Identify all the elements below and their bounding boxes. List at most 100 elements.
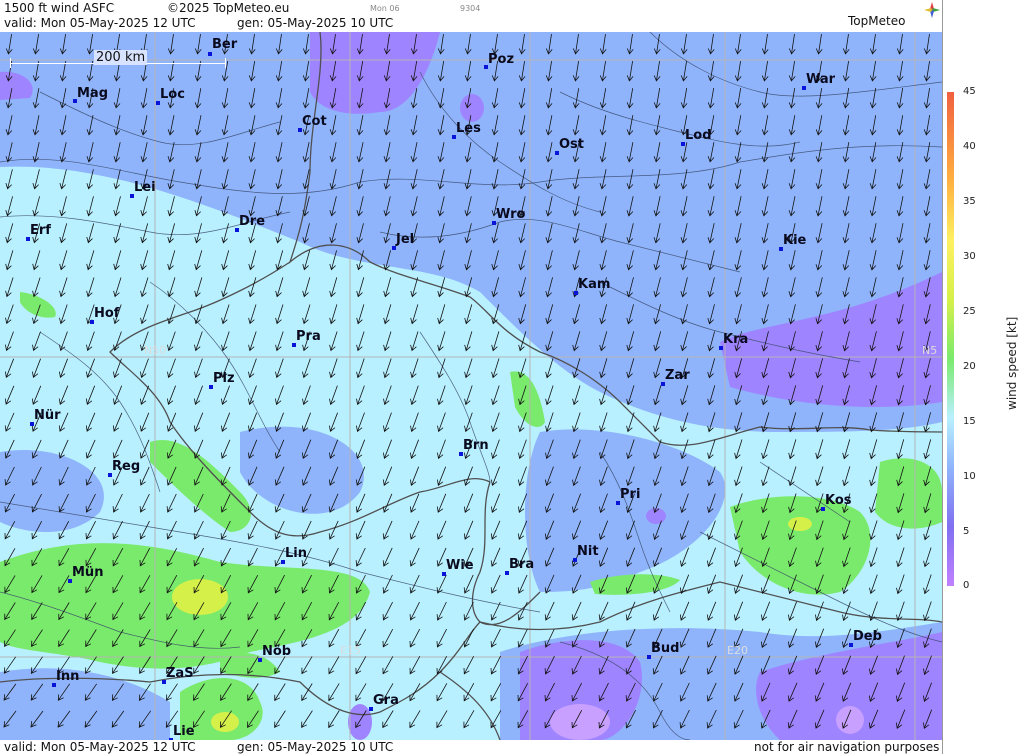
city-name: Nöb [262,644,292,659]
city-name: Pri [620,487,641,502]
city-name: Kie [783,233,807,248]
city-label[interactable]: Zar [661,368,690,386]
city-label[interactable]: Bud [647,641,680,659]
city-label[interactable]: Pri [616,487,641,505]
city-label[interactable]: Cot [298,114,327,132]
color-scale-bar [947,92,954,586]
city-label[interactable]: Poz [484,52,515,69]
city-name: Poz [488,52,515,67]
city-label[interactable]: Les [452,121,481,139]
city-label[interactable]: Kra [719,332,749,350]
legend-unit-label: wind speed [kt] [1005,316,1019,410]
city-label[interactable]: Nit [573,544,599,562]
city-name: Wro [496,207,526,222]
city-label[interactable]: Jel [392,232,415,250]
city-name: Bra [509,557,535,572]
city-label[interactable]: Nöb [258,644,292,662]
city-label[interactable]: Lie [169,724,195,740]
scale-bar-label: 200 km [94,50,148,65]
city-label[interactable]: Kam [574,277,611,295]
city-label[interactable]: ZaS [162,666,194,684]
product-title: 1500 ft wind ASFC [4,1,115,15]
city-label[interactable]: Mag [73,86,109,103]
city-label[interactable]: Bra [505,557,535,575]
grid-label-e15: E15 [340,644,361,657]
city-label[interactable]: Ost [555,137,585,155]
city-label[interactable]: Brn [459,438,489,456]
city-name: Wie [446,558,474,573]
legend-tick: 35 [963,196,976,207]
city-name: Lod [685,128,712,143]
city-name: Kam [578,277,611,292]
city-name: Nit [577,544,599,559]
scale-bar: 200 km [10,50,226,68]
compass-star-icon [924,2,940,18]
legend-tick: 45 [963,86,976,97]
city-name: Reg [112,459,141,474]
city-name: Deb [853,629,882,644]
city-name: Lin [285,546,307,561]
city-name: Hof [94,306,120,321]
wind-speed-legend: 45 40 35 30 25 20 15 10 5 0 wind speed [… [942,0,1033,754]
city-name: Zar [665,368,690,383]
city-label[interactable]: War [802,72,836,90]
city-label[interactable]: Mün [68,565,103,583]
city-label[interactable]: Ber [208,37,237,56]
legend-tick: 15 [963,416,976,427]
legend-tick: 10 [963,471,976,482]
city-name: Ost [559,137,585,152]
map-footer: valid: Mon 05-May-2025 12 UTC gen: 05-Ma… [0,740,942,754]
city-label[interactable]: Hof [90,306,120,324]
city-name: Gra [373,693,399,708]
city-label[interactable]: Loc [156,87,185,105]
generated-time: gen: 05-May-2025 10 UTC [237,16,394,30]
copyright-text: ©2025 TopMeteo.eu [167,1,290,15]
city-name: Cot [302,114,327,129]
city-label[interactable]: Wie [442,558,474,576]
city-name: Loc [160,87,185,102]
city-label[interactable]: Dre [235,214,265,232]
city-label[interactable]: Wro [492,207,526,225]
wind-speed-field [0,32,942,740]
city-label[interactable]: Lod [681,128,712,146]
city-label[interactable]: Kos [821,493,852,511]
wind-map[interactable]: 200 km N50 N5 E15 E20 Ber Poz War Mag Lo… [0,32,942,740]
brand-logo-text: TopMeteo [848,14,906,28]
city-name: Bud [651,641,680,656]
city-label[interactable]: Reg [108,459,141,477]
city-label[interactable]: Plz [209,371,235,389]
city-name: Plz [213,371,235,386]
city-label[interactable]: Deb [849,629,882,647]
legend-tick: 25 [963,306,976,317]
valid-time: valid: Mon 05-May-2025 12 UTC [4,16,196,30]
city-name: ZaS [166,666,194,681]
city-label[interactable]: Nür [30,408,61,426]
footer-valid-time: valid: Mon 05-May-2025 12 UTC [4,740,196,754]
grid-label-n50-right: N5 [922,344,938,357]
city-label[interactable]: Gra [369,693,399,711]
city-name: Mag [77,86,109,101]
city-label[interactable]: Pra [292,329,321,347]
city-label[interactable]: Kie [779,233,807,251]
city-name: Nür [34,408,61,423]
city-name: Kra [723,332,749,347]
small-day-label: Mon 06 [370,4,400,13]
city-label[interactable]: Lei [130,180,156,198]
city-name: Pra [296,329,321,344]
city-name: Lei [134,180,156,195]
legend-tick: 20 [963,361,976,372]
city-name: Les [456,121,481,136]
legend-tick: 5 [963,526,970,537]
city-name: Kos [825,493,852,508]
legend-tick: 40 [963,141,976,152]
city-name: Lie [173,724,195,739]
map-header: 1500 ft wind ASFC ©2025 TopMeteo.eu Mon … [0,0,942,32]
city-label[interactable]: Inn [52,669,80,687]
city-label[interactable]: Erf [26,223,51,241]
city-name: War [806,72,836,87]
city-name: Jel [396,232,415,247]
city-label[interactable]: Lin [281,546,307,564]
legend-tick: 0 [963,580,970,591]
city-name: Inn [56,669,80,684]
footer-generated-time: gen: 05-May-2025 10 UTC [237,740,394,754]
